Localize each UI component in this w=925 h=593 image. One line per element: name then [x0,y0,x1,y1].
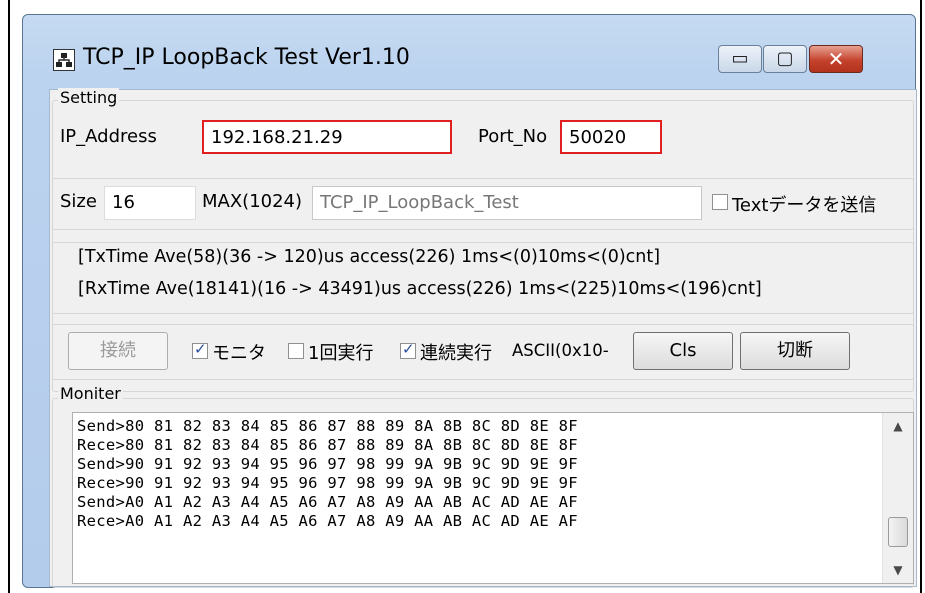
port-no-field[interactable]: 50020 [560,120,662,154]
connect-button[interactable]: 接続 [68,332,168,370]
close-button[interactable]: ✕ [809,45,863,73]
monitor-line: Send>80 81 82 83 84 85 86 87 88 89 8A 8B… [77,417,578,435]
vertical-scrollbar[interactable]: ▲ ▼ [882,413,913,583]
monitor-line: Rece>90 91 92 93 94 95 96 97 98 99 9A 9B… [77,474,578,492]
network-icon [53,49,75,71]
size-field[interactable]: 16 [104,186,196,220]
monitor-line: Send>90 91 92 93 94 95 96 97 98 99 9A 9B… [77,455,578,473]
disconnect-button[interactable]: 切断 [740,332,850,370]
scroll-down-icon[interactable]: ▼ [883,563,913,577]
minimize-button[interactable]: ▭ [718,45,762,73]
max-label: MAX(1024) [202,191,303,212]
ip-address-field[interactable]: 192.168.21.29 [202,120,452,154]
minimize-icon: ▭ [731,48,749,69]
ascii-option-label[interactable]: ASCII(0x10- [512,341,632,360]
continuous-run-label: 連続実行 [420,343,492,364]
size-label: Size [60,191,97,212]
monitor-group-label: Moniter [58,384,123,403]
window-title: TCP_IP LoopBack Test Ver1.10 [83,45,410,70]
maximize-button[interactable]: ▢ [763,45,807,73]
monitor-checkbox[interactable] [192,340,208,359]
send-text-label: Textデータを送信 [732,195,877,216]
app-window: TCP_IP LoopBack Test Ver1.10 ▭ ▢ ✕ Setti… [22,14,917,588]
send-text-field[interactable]: TCP_IP_LoopBack_Test [312,186,702,220]
run-once-checkbox[interactable] [288,343,304,359]
tx-time-stats: [TxTime Ave(58)(36 -> 120)us access(226)… [78,247,661,267]
monitor-log[interactable]: Send>80 81 82 83 84 85 86 87 88 89 8A 8B… [72,412,914,584]
scroll-up-icon[interactable]: ▲ [883,419,913,433]
title-bar[interactable]: TCP_IP LoopBack Test Ver1.10 ▭ ▢ ✕ [23,15,915,85]
send-text-checkbox[interactable] [712,194,728,210]
scroll-thumb[interactable] [888,517,908,547]
run-once-label: 1回実行 [308,343,374,364]
port-no-label: Port_No [478,126,548,147]
monitor-line: Send>A0 A1 A2 A3 A4 A5 A6 A7 A8 A9 AA AB… [77,493,578,511]
cls-button[interactable]: Cls [633,332,733,370]
client-area: Setting IP_Address 192.168.21.29 Port_No… [49,88,917,588]
monitor-line: Rece>A0 A1 A2 A3 A4 A5 A6 A7 A8 A9 AA AB… [77,512,578,530]
setting-group-label: Setting [58,88,120,107]
rx-time-stats: [RxTime Ave(18141)(16 -> 43491)us access… [78,279,762,299]
continuous-run-checkbox[interactable] [400,340,416,359]
monitor-lines: Send>80 81 82 83 84 85 86 87 88 89 8A 8B… [77,417,578,531]
monitor-line: Rece>80 81 82 83 84 85 86 87 88 89 8A 8B… [77,436,578,454]
maximize-icon: ▢ [776,48,794,69]
monitor-label: モニタ [212,343,266,364]
close-icon: ✕ [827,47,845,71]
ip-address-label: IP_Address [60,126,157,147]
